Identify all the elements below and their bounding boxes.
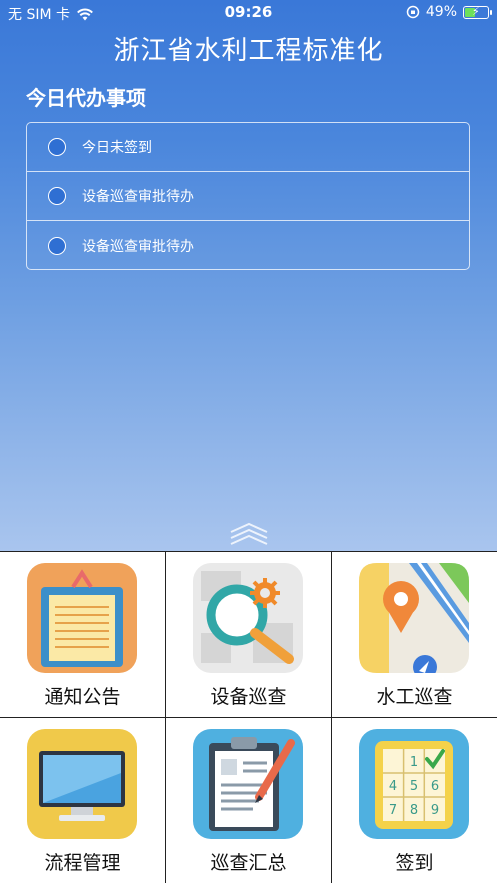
status-bar: 无 SIM 卡 09:26 49% ⚡: [0, 0, 497, 26]
svg-text:6: 6: [431, 779, 439, 794]
menu-item-equipment-inspection[interactable]: 设备巡查: [166, 552, 332, 718]
svg-text:1: 1: [410, 755, 418, 770]
menu-item-hydraulic-inspection[interactable]: 水工巡查: [332, 552, 497, 718]
svg-text:9: 9: [431, 803, 439, 818]
menu-item-notice[interactable]: 通知公告: [0, 552, 166, 718]
todo-item-label: 设备巡查审批待办: [82, 189, 194, 205]
menu-item-label: 巡查汇总: [210, 852, 287, 874]
svg-text:8: 8: [410, 803, 418, 818]
menu-item-sign-in[interactable]: 1 456 789 签到: [332, 718, 497, 883]
monitor-icon: [27, 729, 137, 839]
todo-item[interactable]: 设备巡查审批待办: [27, 221, 469, 270]
menu-item-inspection-summary[interactable]: 巡查汇总: [166, 718, 332, 883]
menu-item-label: 流程管理: [44, 852, 121, 874]
clipboard-notice-icon: [27, 563, 137, 673]
todo-item[interactable]: 设备巡查审批待办: [27, 172, 469, 221]
svg-text:7: 7: [389, 803, 397, 818]
todo-item[interactable]: 今日未签到: [27, 123, 469, 172]
number-pad-check-icon: 1 456 789: [359, 729, 469, 839]
clipboard-pencil-icon: [193, 729, 303, 839]
radio-icon[interactable]: [48, 138, 66, 156]
radio-icon[interactable]: [48, 187, 66, 205]
app-title: 浙江省水利工程标准化: [113, 36, 384, 66]
todo-item-label: 设备巡查审批待办: [82, 238, 194, 255]
menu-item-label: 水工巡查: [376, 686, 453, 708]
orientation-lock-icon: [406, 5, 420, 19]
svg-text:4: 4: [389, 779, 397, 794]
todo-heading: 今日代办事项: [26, 86, 146, 110]
menu-item-label: 通知公告: [44, 686, 121, 708]
map-pin-icon: [359, 563, 469, 673]
menu-item-label: 设备巡查: [210, 686, 287, 708]
battery-percent: 49%: [425, 4, 457, 20]
magnifier-gear-icon: [193, 563, 303, 673]
menu-grid: 通知公告 设备巡查 水工巡查 流程管理 巡查汇总 1 4 5 6 7 8 9 签…: [0, 551, 497, 883]
todo-list: 今日未签到 设备巡查审批待办 设备巡查审批待办: [26, 122, 470, 270]
radio-icon[interactable]: [48, 236, 66, 255]
menu-item-process-management[interactable]: 流程管理: [0, 718, 166, 883]
svg-text:5: 5: [410, 779, 418, 794]
menu-item-label: 签到: [395, 852, 434, 874]
expand-up-icon[interactable]: [229, 522, 269, 546]
todo-item-label: 今日未签到: [82, 140, 152, 156]
battery-icon: ⚡: [463, 5, 492, 19]
